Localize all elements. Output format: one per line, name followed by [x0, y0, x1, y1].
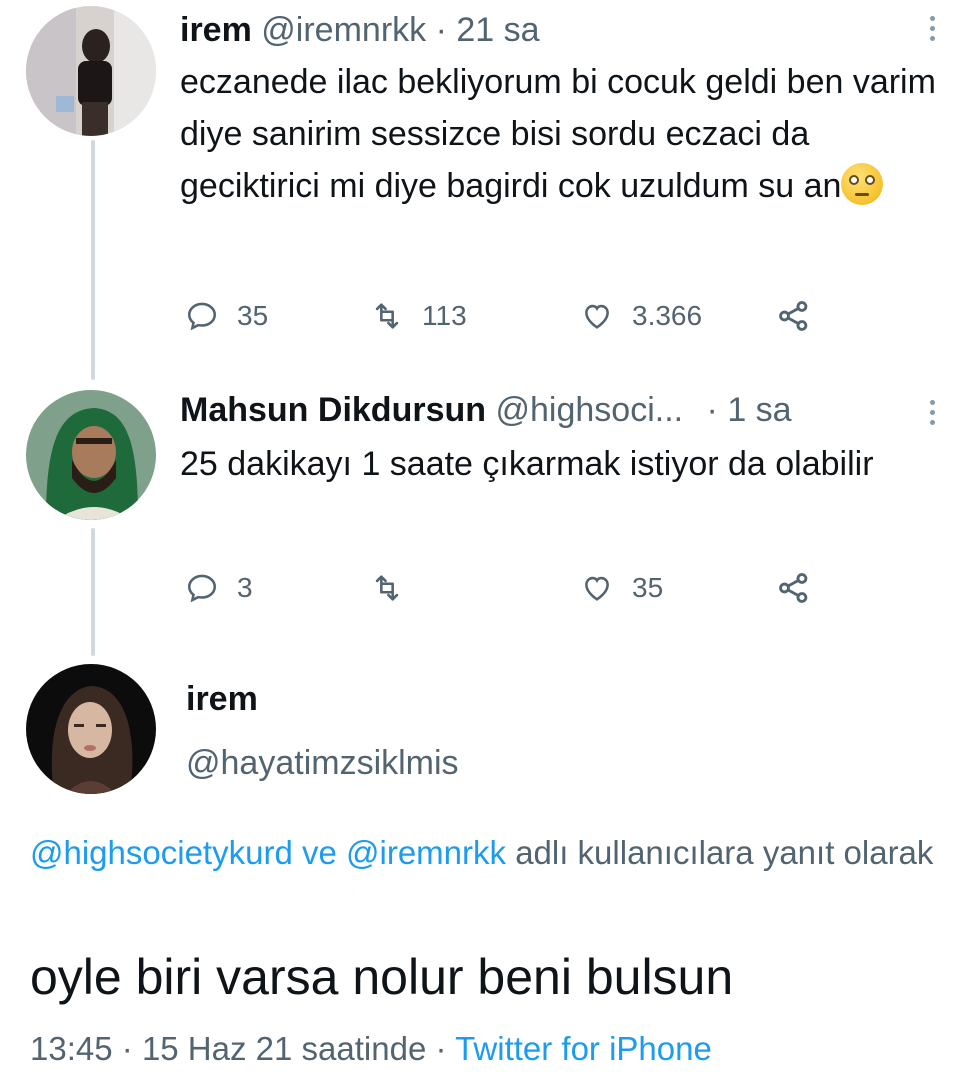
avatar[interactable] — [26, 664, 156, 794]
author-name[interactable]: irem — [180, 11, 252, 49]
thread-line — [91, 528, 95, 656]
share-icon — [779, 301, 808, 331]
reply-suffix: adlı kullanıcılara yanıt olarak — [515, 834, 934, 871]
avatar-photo — [26, 390, 156, 520]
tweet-date[interactable]: 15 Haz 21 saatinde — [142, 1030, 426, 1067]
reply-icon — [187, 574, 217, 603]
like-button[interactable]: 35 — [580, 568, 663, 608]
tweet-time[interactable]: 13:45 — [30, 1030, 113, 1067]
source-link[interactable]: Twitter for iPhone — [455, 1030, 712, 1067]
avatar[interactable] — [26, 390, 156, 520]
thread-line — [91, 140, 95, 380]
separator: · — [435, 11, 447, 49]
tweet-text: oyle biri varsa nolur beni bulsun — [30, 949, 734, 1005]
rolling-eyes-emoji-icon — [841, 163, 884, 205]
separator: · — [121, 1030, 133, 1067]
like-count: 3.366 — [632, 300, 703, 331]
retweet-button[interactable] — [370, 568, 422, 608]
author-handle[interactable]: @highsoci... — [495, 391, 683, 429]
reply-count: 35 — [237, 300, 269, 331]
author-handle[interactable]: @iremnrkk — [261, 11, 426, 49]
replying-to: @highsocietykurd ve @iremnrkk adlı kulla… — [30, 828, 950, 878]
avatar-photo — [26, 664, 156, 794]
mention-link[interactable]: @iremnrkk — [346, 834, 506, 871]
tweet-body: 25 dakikayı 1 saate çıkarmak istiyor da … — [180, 445, 874, 483]
timestamp[interactable]: 1 sa — [727, 391, 791, 429]
share-icon — [779, 573, 808, 603]
reply-connector: ve — [301, 834, 337, 871]
reply-button[interactable]: 35 — [185, 296, 268, 336]
retweet-icon — [375, 575, 399, 601]
reply-count: 3 — [237, 572, 253, 603]
tweet-header: Mahsun Dikdursun @highsoci... · 1 sa — [180, 390, 792, 430]
tweet-meta: 13:45 · 15 Haz 21 saatinde · Twitter for… — [30, 1030, 712, 1068]
reply-button[interactable]: 3 — [185, 568, 253, 608]
more-options-icon[interactable] — [930, 400, 938, 430]
tweet-actions: 3 35 — [185, 568, 825, 608]
author-name[interactable]: irem — [186, 680, 258, 719]
share-button[interactable] — [775, 296, 831, 336]
separator: · — [706, 391, 718, 429]
retweet-icon — [375, 303, 399, 329]
separator: · — [435, 1030, 447, 1067]
tweet-text: eczanede ilac bekliyorum bi cocuk geldi … — [180, 56, 940, 212]
reply-icon — [187, 302, 217, 331]
author-name[interactable]: Mahsun Dikdursun — [180, 391, 486, 429]
tweet-text: 25 dakikayı 1 saate çıkarmak istiyor da … — [180, 438, 880, 490]
author-handle[interactable]: @hayatimzsiklmis — [186, 744, 459, 783]
timestamp[interactable]: 21 sa — [456, 11, 539, 49]
heart-icon — [585, 304, 609, 329]
heart-icon — [585, 576, 609, 601]
tweet-actions: 35 113 3.366 — [185, 296, 825, 336]
avatar[interactable] — [26, 6, 156, 136]
tweet-header: irem @iremnrkk · 21 sa — [180, 10, 540, 50]
like-button[interactable]: 3.366 — [580, 296, 702, 336]
like-count: 35 — [632, 572, 664, 603]
share-button[interactable] — [775, 568, 831, 608]
retweet-button[interactable]: 113 — [370, 296, 467, 336]
tweet-body: eczanede ilac bekliyorum bi cocuk geldi … — [180, 63, 936, 205]
retweet-count: 113 — [422, 300, 467, 331]
more-options-icon[interactable] — [930, 16, 938, 46]
avatar-photo — [26, 6, 156, 136]
mention-link[interactable]: @highsocietykurd — [30, 834, 293, 871]
